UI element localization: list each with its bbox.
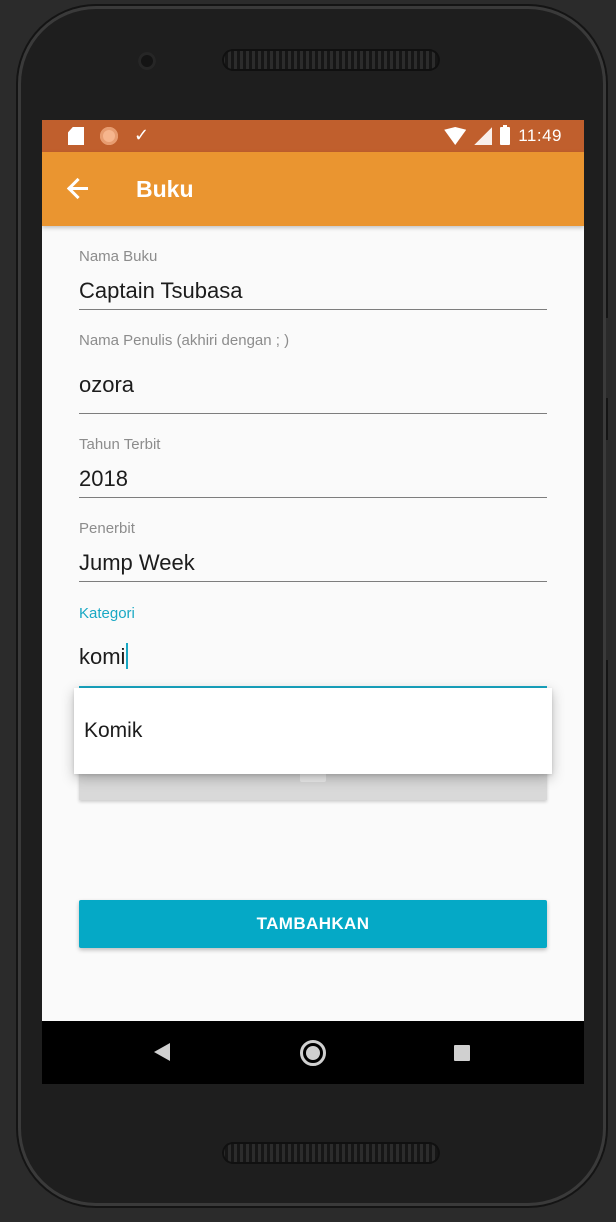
category-input-wrap[interactable]: komi [79, 643, 129, 670]
author-name-underline [79, 413, 547, 414]
publisher-field[interactable]: Penerbit Jump Week [79, 520, 547, 584]
wifi-icon [444, 127, 467, 145]
back-arrow-icon[interactable] [64, 174, 94, 204]
status-left-icons: ✓ [42, 127, 149, 145]
year-label: Tahun Terbit [79, 436, 161, 453]
bottom-speaker [222, 1142, 440, 1164]
signal-icon [474, 127, 493, 145]
top-speaker [222, 49, 440, 71]
suggestion-item[interactable]: Komik [74, 719, 142, 743]
status-bar: ✓ 11:49 [42, 120, 584, 152]
author-name-label: Nama Penulis (akhiri dengan ; ) [79, 332, 290, 349]
power-button [606, 440, 612, 660]
book-name-input[interactable]: Captain Tsubasa [79, 278, 243, 304]
screen: ✓ 11:49 Buku Nama Buku Captain Tsubasa N… [42, 120, 584, 1084]
year-field[interactable]: Tahun Terbit 2018 [79, 436, 547, 500]
battery-icon [500, 125, 511, 145]
nav-home-icon[interactable] [300, 1040, 326, 1066]
volume-button [606, 318, 612, 398]
author-name-input[interactable]: ozora [79, 372, 134, 398]
book-name-label: Nama Buku [79, 248, 158, 265]
phone-frame: ✓ 11:49 Buku Nama Buku Captain Tsubasa N… [0, 0, 616, 1222]
sync-icon [100, 127, 118, 145]
year-input[interactable]: 2018 [79, 466, 128, 492]
page-title: Buku [136, 175, 194, 202]
publisher-label: Penerbit [79, 520, 135, 537]
sd-card-icon [68, 127, 84, 145]
text-cursor [126, 643, 129, 669]
nav-back-icon[interactable] [154, 1043, 170, 1061]
year-underline [79, 497, 547, 498]
status-time: 11:49 [518, 126, 562, 145]
add-button[interactable]: TAMBAHKAN [79, 900, 547, 948]
camera-icon [138, 52, 156, 70]
nav-bar [42, 1021, 584, 1084]
book-name-underline [79, 309, 547, 310]
publisher-input[interactable]: Jump Week [79, 550, 195, 576]
book-name-field[interactable]: Nama Buku Captain Tsubasa [79, 248, 547, 312]
author-name-field[interactable]: Nama Penulis (akhiri dengan ; ) ozora [79, 332, 547, 416]
autocomplete-dropdown: Komik [74, 688, 552, 774]
status-right-icons: 11:49 [444, 125, 584, 146]
publisher-underline [79, 581, 547, 582]
check-icon: ✓ [134, 125, 150, 146]
category-input[interactable]: komi [79, 644, 125, 669]
nav-recent-icon[interactable] [454, 1045, 470, 1061]
category-label: Kategori [79, 605, 135, 622]
category-field[interactable]: Kategori komi [79, 605, 547, 689]
app-bar: Buku [42, 152, 584, 226]
